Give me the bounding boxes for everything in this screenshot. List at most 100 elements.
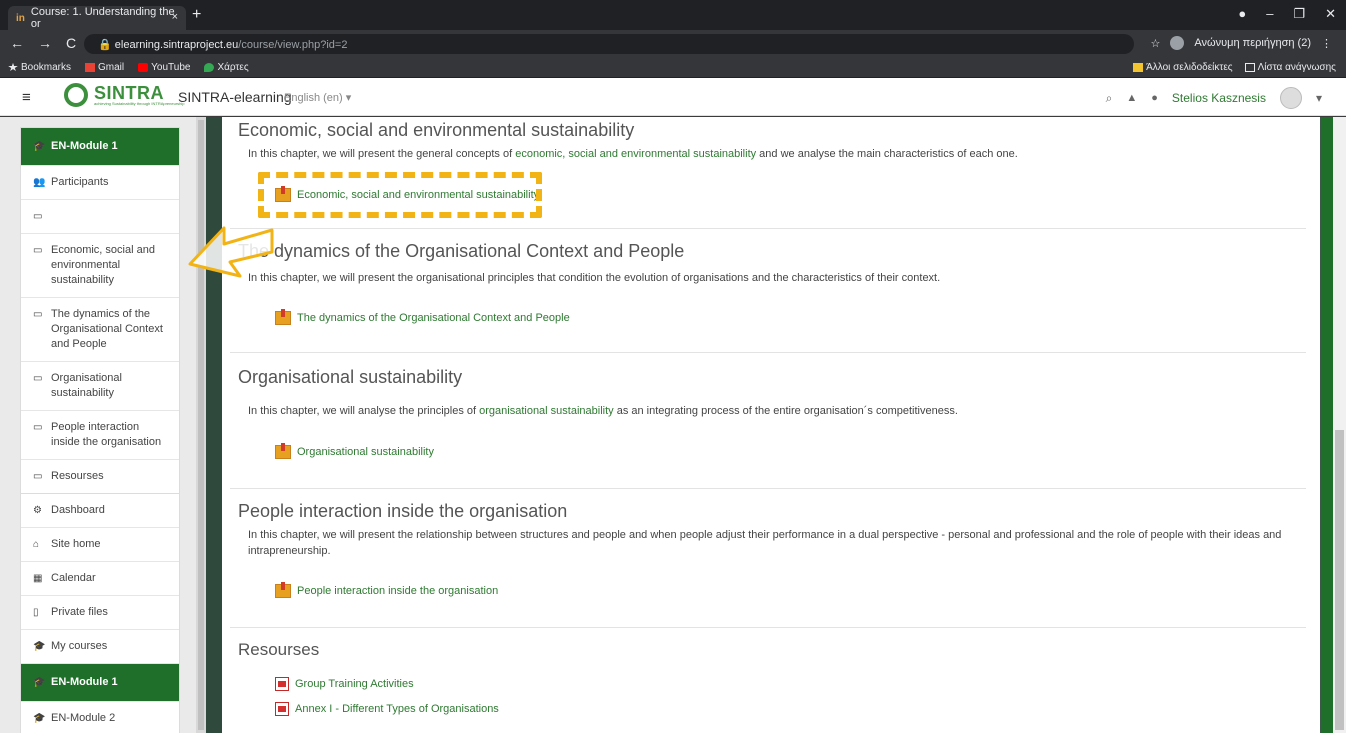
resource-pdf[interactable]: Group Training Activities — [275, 677, 414, 691]
nav-item-label: People interaction inside the organisati… — [51, 421, 162, 448]
messages-icon[interactable]: ● — [1151, 92, 1158, 104]
incognito-profile-icon[interactable] — [1170, 36, 1185, 50]
summary-link[interactable]: organisational sustainability — [479, 405, 614, 417]
nav-item-label: EN-Module 2 — [51, 712, 116, 724]
minimize-button[interactable]: – — [1266, 6, 1273, 22]
site-item[interactable]: ⌂ Site home — [21, 528, 179, 562]
bookmark-star-icon[interactable]: ☆ — [1151, 37, 1161, 50]
nav-item-icon: ▦ — [33, 573, 43, 584]
highlight-dashed-box — [258, 172, 542, 218]
user-name[interactable]: Stelios Kasznesis — [1172, 91, 1266, 105]
drawer-scrollbar-thumb[interactable] — [198, 120, 204, 730]
nav-item-label: Participants — [51, 176, 109, 188]
course-item[interactable]: 🎓 EN-Module 1 — [21, 128, 179, 166]
course-item[interactable]: ▭ Resourses — [21, 460, 179, 494]
book-icon — [275, 582, 291, 598]
nav-item-label: The dynamics of the Organisational Conte… — [51, 308, 163, 350]
logo-subtext: achieving Sustainability through INTRApr… — [94, 101, 185, 106]
book-icon — [275, 309, 291, 325]
course-item[interactable]: 👥 Participants — [21, 166, 179, 200]
site-item[interactable]: ▯ Private files — [21, 596, 179, 630]
summary-link[interactable]: economic, social and environmental susta… — [515, 148, 756, 160]
section-people: People interaction inside the organisati… — [230, 489, 1306, 628]
activity-book[interactable]: The dynamics of the Organisational Conte… — [275, 309, 570, 325]
nav-item-icon: ▭ — [33, 309, 43, 320]
language-selector[interactable]: English (en) ▾ — [284, 91, 351, 104]
new-tab-button[interactable]: + — [192, 6, 201, 24]
browser-tab[interactable]: in Course: 1. Understanding the or × — [8, 6, 186, 30]
address-bar-row: ← → C 🔒 elearning.sintraproject.eu/cours… — [0, 30, 1346, 58]
user-menu-chevron-icon[interactable]: ▾ — [1316, 91, 1322, 105]
nav-item-icon: ▭ — [33, 211, 43, 222]
nav-item-icon: ▭ — [33, 245, 43, 256]
section-organisational: Organisational sustainability In this ch… — [230, 353, 1306, 489]
back-button[interactable]: ← — [10, 35, 24, 51]
section-title: Resourses — [238, 640, 320, 659]
resource-pdf[interactable]: Annex I - Different Types of Organisatio… — [275, 702, 499, 716]
site-item[interactable]: 🎓 EN-Module 2 — [21, 702, 179, 733]
nav-item-icon: 🎓 — [33, 141, 46, 152]
course-item[interactable]: ▭ The dynamics of the Organisational Cont… — [21, 298, 179, 362]
course-item[interactable]: ▭ People interaction inside the organisat… — [21, 411, 179, 460]
pdf-icon — [275, 702, 289, 716]
page-scrollbar-thumb[interactable] — [1335, 430, 1344, 730]
bookmark-gmail[interactable]: Gmail — [85, 62, 124, 73]
course-item[interactable]: ▭ Economic, social and environmental sust… — [21, 234, 179, 298]
bookmark-youtube[interactable]: YouTube — [138, 62, 190, 73]
forward-button[interactable]: → — [38, 35, 52, 51]
bookmark-other[interactable]: Άλλοι σελιδοδείκτες — [1133, 62, 1233, 73]
nav-item-icon: ▭ — [33, 422, 43, 433]
section-summary: In this chapter, we will present the org… — [248, 272, 941, 284]
close-window-button[interactable]: ✕ — [1325, 6, 1336, 22]
profile-label[interactable]: Ανώνυμη περιήγηση (2) — [1194, 37, 1311, 49]
tab-close-icon[interactable]: × — [172, 11, 178, 23]
nav-item-icon: ⚙ — [33, 505, 42, 516]
reload-button[interactable]: C — [66, 35, 76, 51]
activity-book[interactable]: People interaction inside the organisati… — [275, 582, 498, 598]
star-icon — [8, 62, 18, 72]
nav-item-label: Private files — [51, 606, 108, 618]
search-icon[interactable]: ⌕ — [1106, 91, 1113, 106]
site-item[interactable]: 🎓 My courses — [21, 630, 179, 664]
menu-toggle-icon[interactable]: ≡ — [22, 89, 31, 106]
maximize-button[interactable]: ❐ — [1293, 6, 1305, 22]
nav-item-icon: 🎓 — [33, 641, 46, 652]
nav-drawer: 🎓 EN-Module 1 👥 Participants ▭ ▭ Economic, soc… — [0, 117, 196, 733]
course-item[interactable]: ▭ — [21, 200, 179, 234]
bookmark-maps[interactable]: Χάρτες — [204, 62, 249, 73]
nav-item-icon: 👥 — [33, 177, 46, 188]
section-title: Economic, social and environmental susta… — [238, 120, 635, 140]
nav-item-icon: ▭ — [33, 373, 43, 384]
url-input[interactable]: 🔒 elearning.sintraproject.eu/course/view… — [84, 34, 1134, 54]
site-item[interactable]: ⚙ Dashboard — [21, 494, 179, 528]
highlight-arrow-icon — [188, 226, 274, 278]
site-logo[interactable]: SINTRA achieving Sustainability through … — [64, 83, 185, 107]
site-item[interactable]: ▦ Calendar — [21, 562, 179, 596]
url-host: elearning.sintraproject.eu — [114, 39, 239, 51]
course-item[interactable]: ▭ Organisational sustainability — [21, 362, 179, 411]
notification-bell-icon[interactable]: ▲ — [1126, 92, 1137, 104]
nav-item-icon: ▭ — [33, 471, 43, 482]
record-icon[interactable]: ● — [1238, 6, 1246, 22]
section-title: Organisational sustainability — [238, 367, 463, 387]
bookmark-reading-list[interactable]: Λίστα ανάγνωσης — [1244, 62, 1336, 73]
nav-item-label: Dashboard — [51, 504, 105, 516]
header-actions: ⌕ ▲ ● Stelios Kasznesis ▾ — [1106, 87, 1322, 109]
nav-item-label: Site home — [51, 538, 101, 550]
activity-book[interactable]: Organisational sustainability — [275, 443, 434, 459]
section-summary: In this chapter, we will present the rel… — [248, 529, 1282, 557]
nav-item-icon: ▯ — [33, 607, 39, 618]
site-nav-group: ⚙ Dashboard ⌂ Site home ▦ Calendar ▯ Private fi… — [20, 493, 180, 733]
window-controls: ● – ❐ ✕ — [1238, 6, 1336, 22]
browser-menu-icon[interactable]: ⋮ — [1321, 37, 1332, 50]
avatar[interactable] — [1279, 87, 1302, 109]
address-bar-actions: ☆ Ανώνυμη περιήγηση (2) ⋮ — [1151, 36, 1332, 50]
youtube-icon — [138, 62, 149, 72]
bookmark-bookmarks[interactable]: Bookmarks — [8, 62, 71, 73]
site-item[interactable]: 🎓 EN-Module 1 — [21, 664, 179, 702]
nav-item-icon: 🎓 — [33, 677, 46, 688]
site-name[interactable]: SINTRA-elearning — [178, 89, 292, 105]
gmail-icon — [85, 62, 96, 72]
section-dynamics: The dynamics of the Organisational Conte… — [230, 229, 1306, 353]
bookmarks-bar: Bookmarks Gmail YouTube Χάρτες Άλλοι σελ… — [0, 58, 1346, 78]
